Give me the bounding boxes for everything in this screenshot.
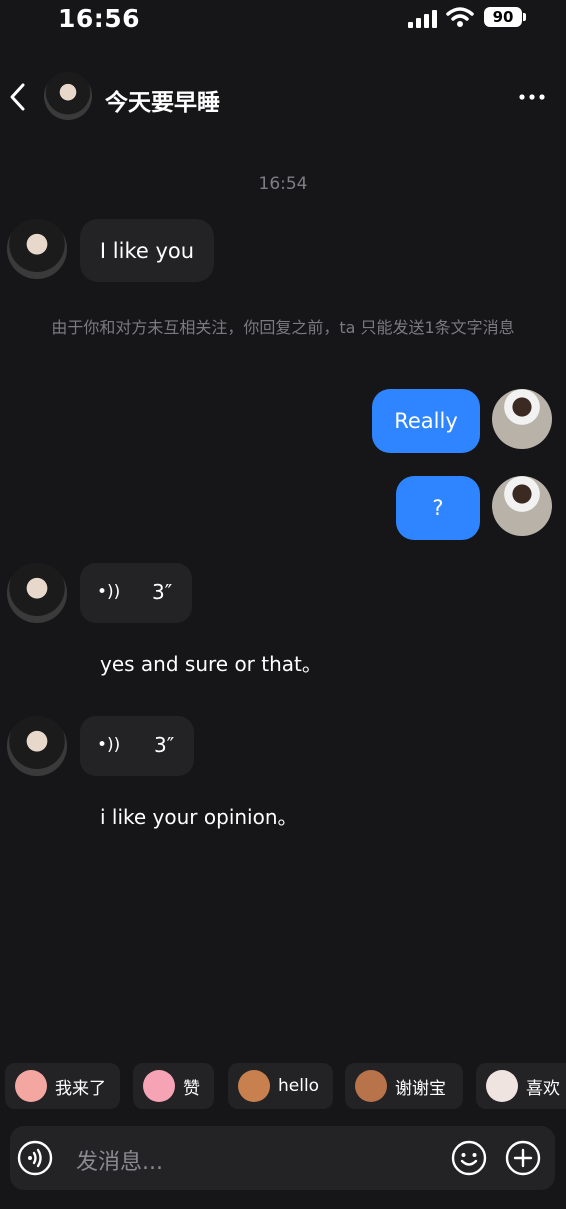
incoming-message-bubble[interactable]: I like you [80,219,214,282]
quick-reply-chip[interactable]: 赞 [133,1063,214,1109]
voice-duration: 3″ [154,733,175,757]
outgoing-message-text: Really [394,409,458,433]
incoming-avatar[interactable] [7,219,67,279]
chat-title[interactable]: 今天要早睡 [105,83,220,117]
follow-restriction-notice: 由于你和对方未互相关注，你回复之前，ta 只能发送1条文字消息 [51,318,515,337]
quick-reply-chip[interactable]: hello [228,1063,333,1109]
quick-reply-chip[interactable]: 喜欢 [476,1063,566,1109]
monkey-sticker-icon [238,1070,270,1102]
back-chevron-icon[interactable] [8,82,28,112]
voice-transcript: i like your opinion。 [100,805,298,829]
battery-indicator: 90 [484,7,522,27]
message-input[interactable]: 发消息... [76,1144,163,1176]
contact-avatar[interactable] [44,72,92,120]
outgoing-message-text: ? [432,496,444,520]
outgoing-message-bubble[interactable]: Really [372,389,480,453]
plus-icon[interactable] [505,1140,541,1176]
quick-reply-label: hello [278,1076,320,1096]
battery-cap [523,13,526,21]
signal-icon [408,10,437,28]
quick-reply-label: 谢谢宝 [395,1078,446,1099]
incoming-message-text: I like you [99,238,195,263]
outgoing-message-bubble[interactable]: ? [396,476,480,540]
voice-input-icon[interactable] [17,1140,53,1176]
incoming-avatar[interactable] [7,563,67,623]
voice-message-bubble[interactable]: •)) 3″ [80,563,192,623]
voice-wave-icon: •)) [97,582,121,602]
voice-transcript: yes and sure or that。 [100,652,322,676]
quick-reply-chip[interactable]: 我来了 [5,1063,120,1109]
voice-wave-icon: •)) [97,735,121,755]
baby-sticker-icon [15,1070,47,1102]
self-avatar[interactable] [492,476,552,536]
self-avatar[interactable] [492,389,552,449]
voice-message-bubble[interactable]: •)) 3″ [80,716,194,776]
status-time: 16:56 [58,4,141,33]
quick-reply-label: 喜欢 [526,1078,560,1099]
emoji-icon[interactable] [451,1140,487,1176]
more-options-icon[interactable] [519,94,545,100]
pig-sticker-icon [143,1070,175,1102]
monkey-flower-sticker-icon [355,1070,387,1102]
quick-reply-chip[interactable]: 谢谢宝 [345,1063,463,1109]
quick-reply-label: 我来了 [55,1078,106,1099]
incoming-avatar[interactable] [7,716,67,776]
sheep-sticker-icon [486,1070,518,1102]
wifi-icon [446,7,474,27]
message-timestamp: 16:54 [258,174,308,194]
quick-reply-label: 赞 [183,1078,200,1099]
voice-duration: 3″ [152,580,173,604]
